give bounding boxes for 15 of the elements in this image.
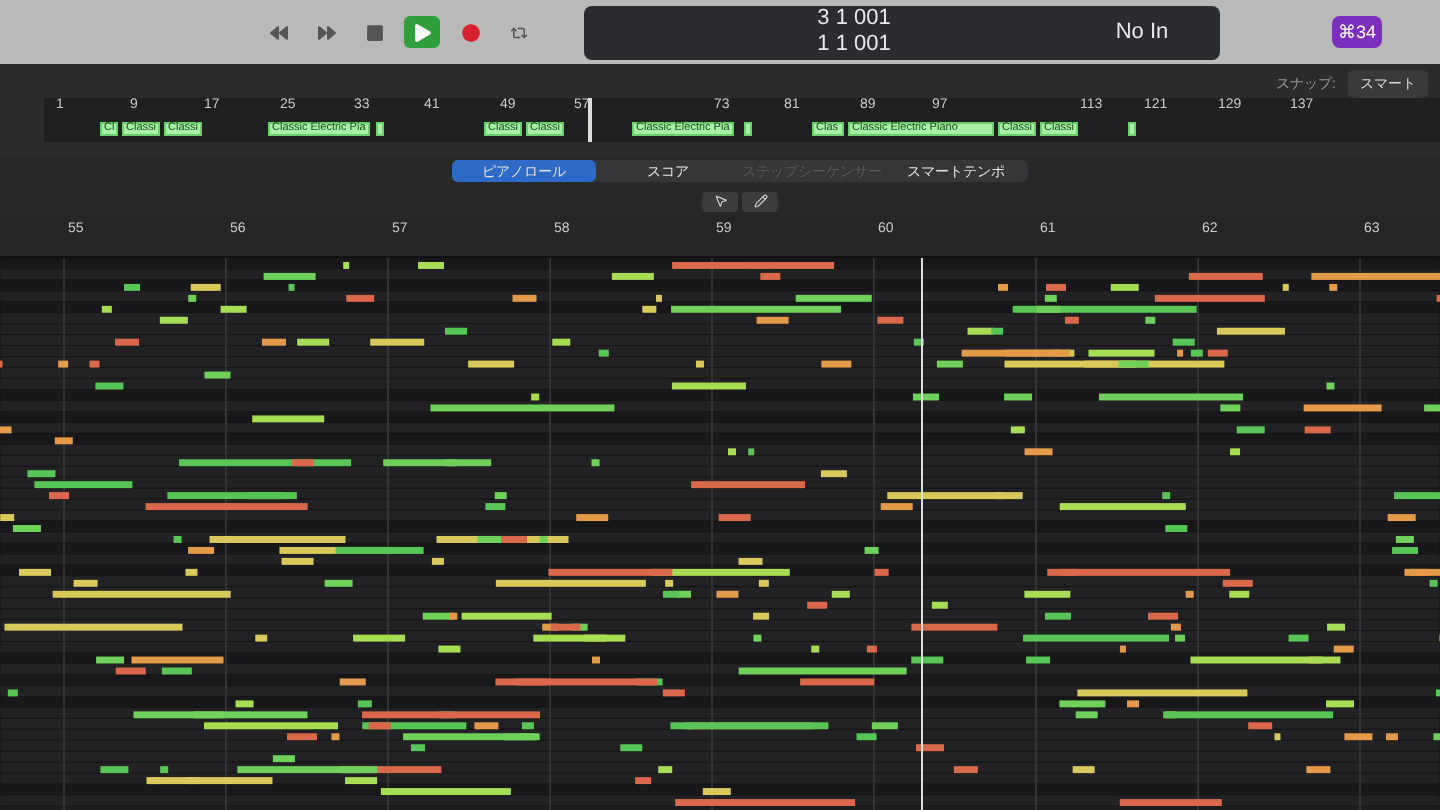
count-badge[interactable]: ⌘34 (1332, 16, 1383, 48)
pointer-icon (713, 194, 727, 208)
position-display: 1 1 001 (817, 32, 891, 58)
stop-icon (365, 23, 383, 41)
pencil-tool-button[interactable] (742, 191, 778, 211)
record-icon (461, 23, 479, 41)
play-button[interactable] (404, 16, 440, 48)
cycle-icon (509, 23, 527, 41)
pencil-icon (753, 194, 767, 208)
pointer-tool-button[interactable] (702, 191, 738, 211)
rewind-icon (269, 23, 287, 41)
fast-forward-icon (317, 23, 335, 41)
position-display: 3 1 001 (817, 6, 891, 32)
play-icon (413, 23, 431, 41)
input-display: No In (1115, 19, 1169, 45)
